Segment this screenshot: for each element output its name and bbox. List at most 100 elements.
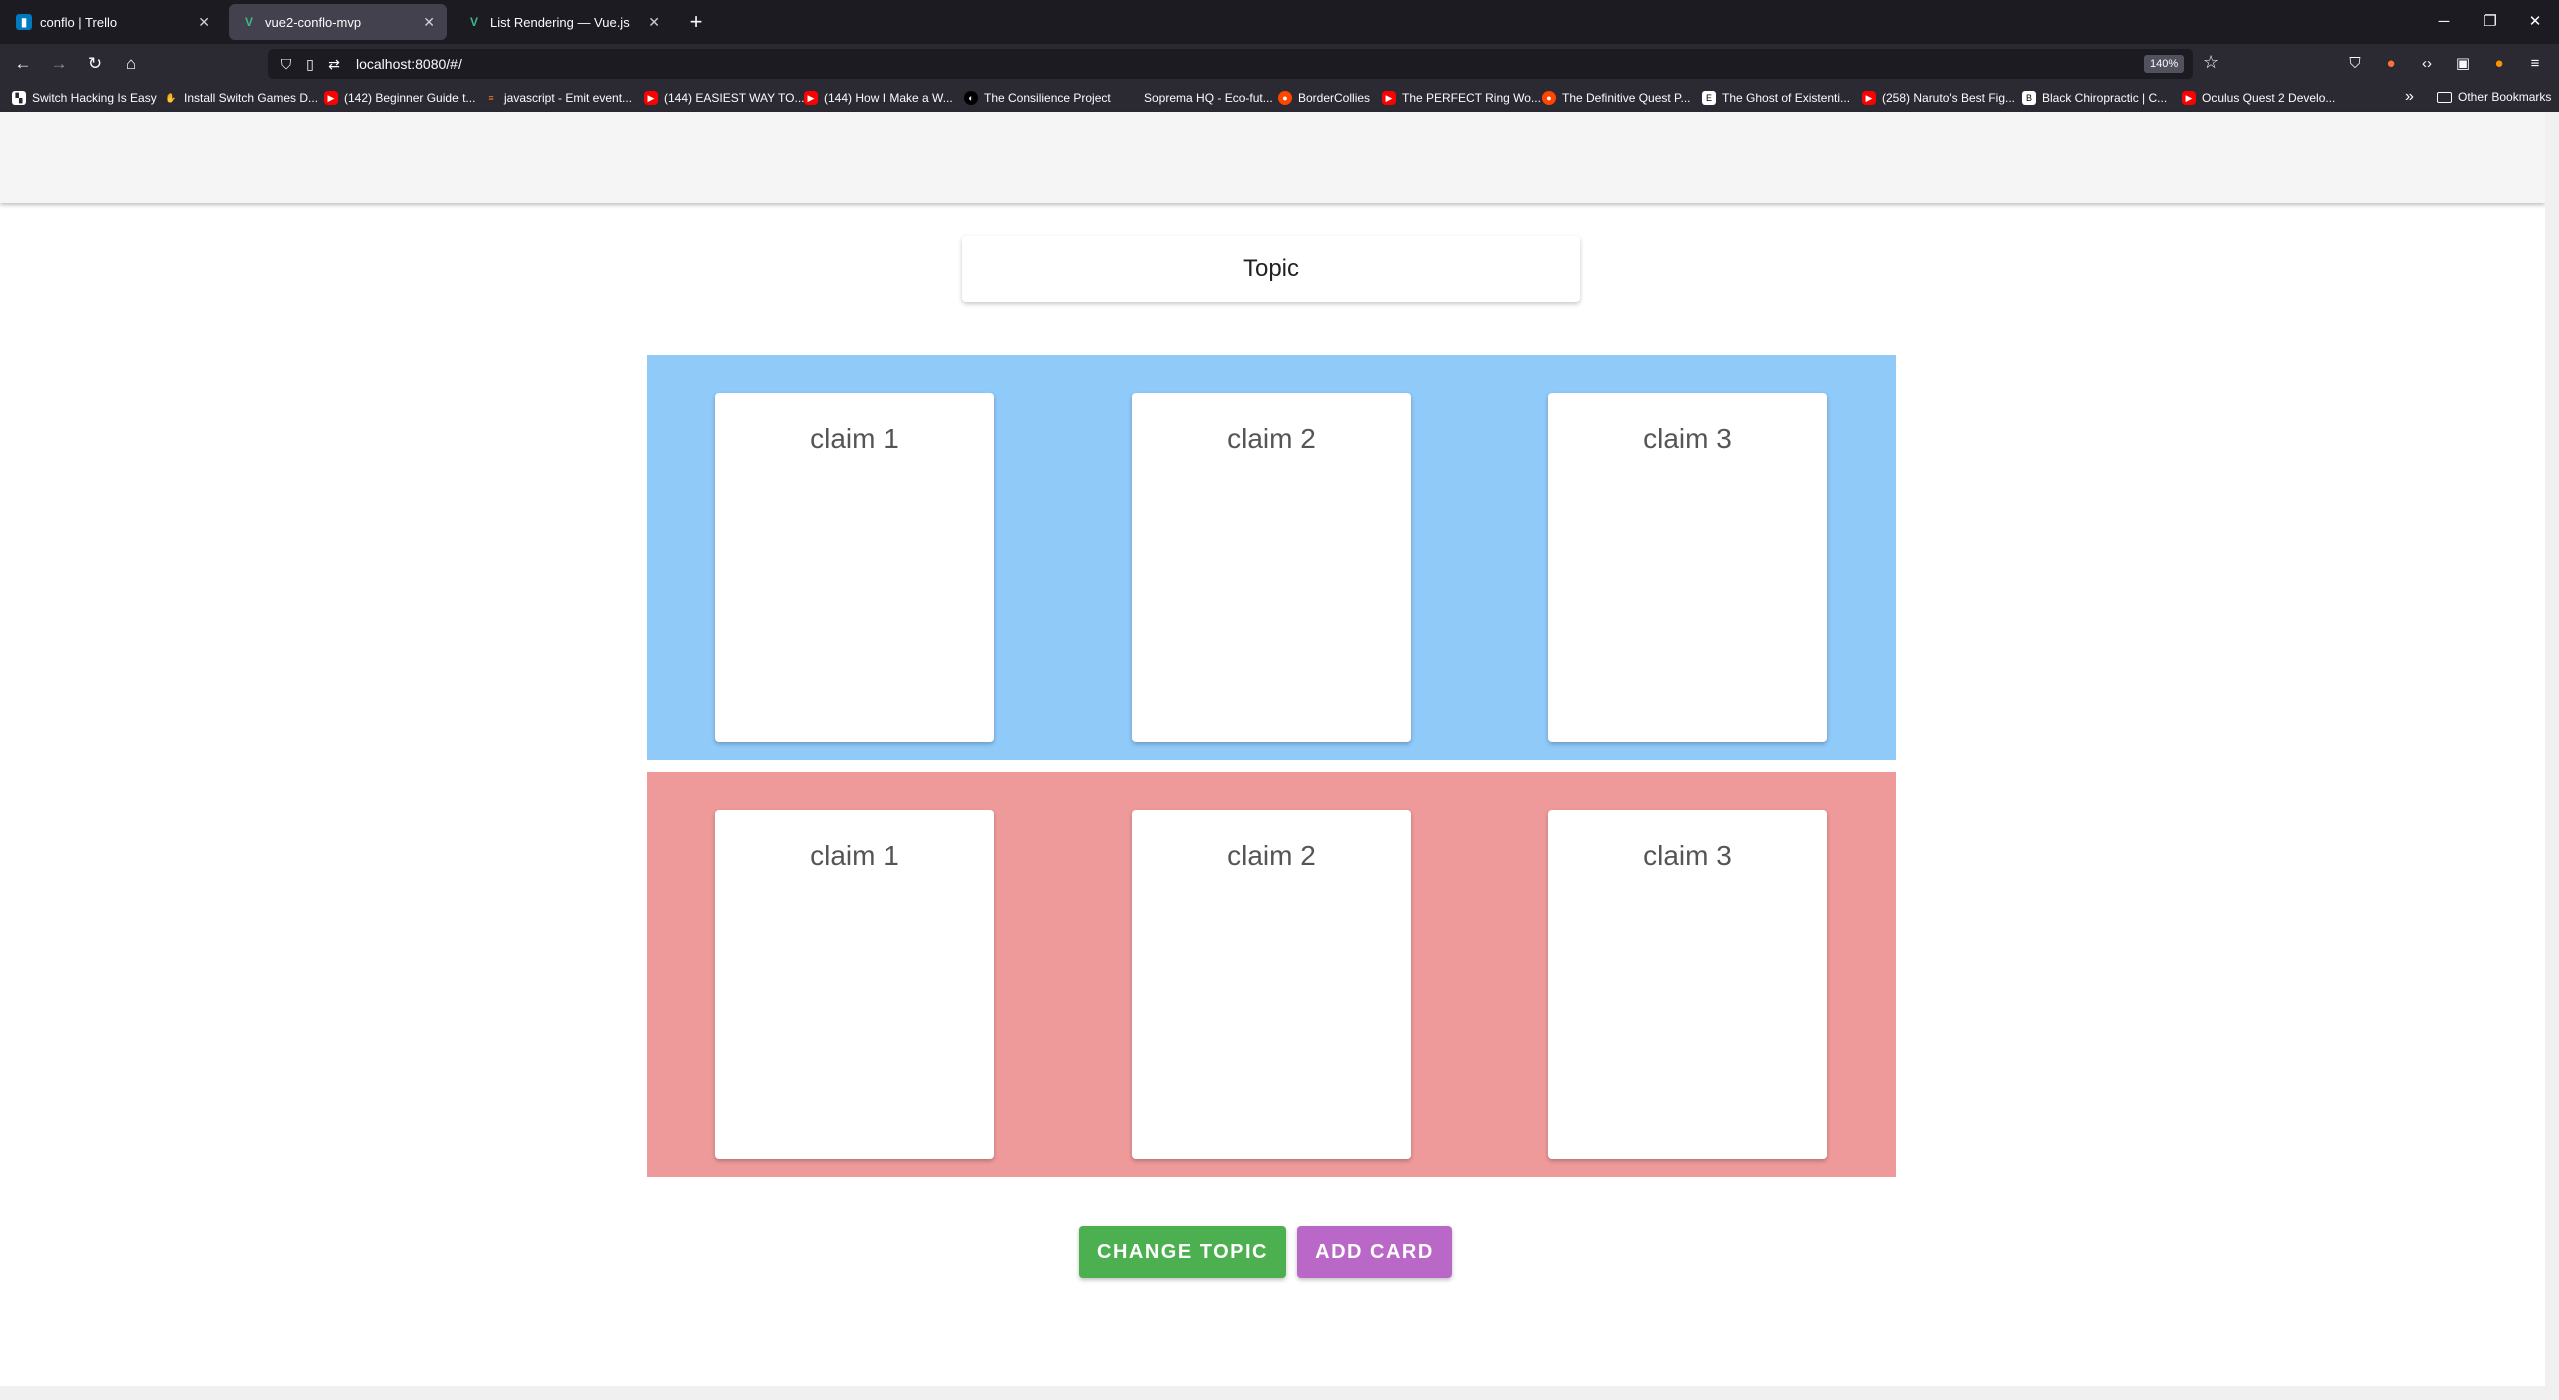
con-claims-section: claim 1 claim 2 claim 3 bbox=[647, 772, 1896, 1177]
bookmark-item[interactable]: ▶ (258) Naruto's Best Fig... bbox=[1862, 90, 2015, 106]
tab-trello[interactable]: ▮ conflo | Trello ✕ bbox=[4, 4, 222, 40]
change-topic-button[interactable]: CHANGE TOPIC bbox=[1079, 1226, 1286, 1278]
vue-icon: V bbox=[244, 15, 253, 29]
bookmark-label: Switch Hacking Is Easy bbox=[32, 91, 157, 105]
trello-icon: ▮ bbox=[16, 14, 32, 30]
reload-button[interactable]: ↻ bbox=[81, 50, 109, 78]
vertical-scrollbar[interactable] bbox=[2545, 112, 2559, 1386]
bookmark-label: Install Switch Games D... bbox=[184, 91, 319, 105]
url-bar[interactable]: ⛉ ▯ ⇄ localhost:8080/#/ 140% ☆ bbox=[268, 49, 2219, 79]
youtube-icon: ▶ bbox=[324, 91, 338, 105]
claim-title: claim 3 bbox=[1643, 840, 1732, 871]
bookmark-item[interactable]: ✋ Install Switch Games D... bbox=[164, 90, 318, 106]
close-icon[interactable]: ✕ bbox=[198, 14, 210, 31]
bookmark-item[interactable]: ▚ Switch Hacking Is Easy bbox=[12, 90, 157, 106]
bookmark-item[interactable]: ◐ The Consilience Project bbox=[964, 90, 1111, 106]
bookmark-label: javascript - Emit event... bbox=[504, 91, 633, 105]
youtube-icon: ▶ bbox=[2182, 91, 2196, 105]
bookmark-item[interactable]: B Black Chiropractic | C... bbox=[2022, 90, 2167, 106]
bookmark-item[interactable]: ▶ (144) EASIEST WAY TO... bbox=[644, 90, 805, 106]
other-bookmarks[interactable]: Other Bookmarks bbox=[2437, 90, 2551, 104]
menu-icon[interactable]: ≡ bbox=[2523, 52, 2547, 76]
bookmark-item[interactable]: ≡ javascript - Emit event... bbox=[484, 90, 632, 106]
close-icon[interactable]: ✕ bbox=[423, 14, 435, 31]
bookmark-icon: B bbox=[2022, 91, 2036, 105]
claim-title: claim 1 bbox=[810, 423, 899, 454]
topic-card[interactable]: Topic bbox=[962, 236, 1580, 302]
bookmarks-bar: ▚ Switch Hacking Is Easy ✋ Install Switch … bbox=[0, 84, 2559, 112]
claim-title: claim 1 bbox=[810, 840, 899, 871]
youtube-icon: ▶ bbox=[804, 91, 818, 105]
bookmark-item[interactable]: E The Ghost of Existenti... bbox=[1702, 90, 1850, 106]
restore-button[interactable]: ❐ bbox=[2475, 8, 2505, 36]
page-icon[interactable]: ▯ bbox=[300, 53, 320, 75]
other-bookmarks-label: Other Bookmarks bbox=[2458, 90, 2552, 104]
bookmark-label: (144) How I Make a W... bbox=[824, 91, 953, 105]
youtube-icon: ▶ bbox=[1382, 91, 1396, 105]
pro-claims-section: claim 1 claim 2 claim 3 bbox=[647, 355, 1896, 760]
reddit-icon: ● bbox=[1278, 91, 1292, 105]
app-bar bbox=[0, 112, 2545, 203]
add-card-button[interactable]: ADD CARD bbox=[1297, 1226, 1452, 1278]
zoom-indicator[interactable]: 140% bbox=[2144, 55, 2185, 73]
chevron-double-right-icon[interactable]: » bbox=[2405, 88, 2414, 106]
tab-title: vue2-conflo-mvp bbox=[265, 14, 362, 30]
bookmark-item[interactable]: ● The Definitive Quest P... bbox=[1542, 90, 1691, 106]
bookmark-item[interactable]: ▶ Oculus Quest 2 Develo... bbox=[2182, 90, 2335, 106]
vue-icon: V bbox=[469, 15, 478, 29]
bookmark-icon: ◐ bbox=[964, 91, 978, 105]
claim-card[interactable]: claim 1 bbox=[715, 810, 994, 1159]
back-button[interactable]: ← bbox=[9, 50, 37, 78]
pocket-icon[interactable]: ⛉ bbox=[2343, 52, 2367, 76]
bookmark-item[interactable]: ● BorderCollies bbox=[1278, 90, 1370, 106]
youtube-icon: ▶ bbox=[1862, 91, 1876, 105]
claim-card[interactable]: claim 2 bbox=[1132, 810, 1411, 1159]
forward-button[interactable]: → bbox=[45, 50, 73, 78]
devtools-icon[interactable]: ‹› bbox=[2415, 52, 2439, 76]
claim-card[interactable]: claim 3 bbox=[1548, 393, 1827, 742]
bookmark-label: The Consilience Project bbox=[984, 91, 1111, 105]
tab-title: conflo | Trello bbox=[40, 14, 118, 30]
claim-card[interactable]: claim 1 bbox=[715, 393, 994, 742]
topic-title: Topic bbox=[1242, 255, 1300, 282]
bookmark-icon: ✋ bbox=[165, 92, 177, 103]
bookmark-item[interactable]: ▶ (142) Beginner Guide t... bbox=[324, 90, 475, 106]
close-icon[interactable]: ✕ bbox=[648, 14, 660, 31]
reddit-icon: ● bbox=[1542, 91, 1556, 105]
bookmark-star-icon[interactable]: ☆ bbox=[2203, 52, 2219, 73]
minimize-button[interactable]: ─ bbox=[2429, 8, 2459, 36]
url-text[interactable]: localhost:8080/#/ bbox=[356, 56, 462, 72]
shield-icon[interactable]: ⛉ bbox=[276, 53, 296, 75]
youtube-icon: ▶ bbox=[644, 91, 658, 105]
home-button[interactable]: ⌂ bbox=[117, 50, 145, 78]
horizontal-scrollbar[interactable] bbox=[0, 1386, 2559, 1400]
bookmark-label: (142) Beginner Guide t... bbox=[344, 91, 476, 105]
bookmark-item[interactable]: ▶ The PERFECT Ring Wo... bbox=[1382, 90, 1541, 106]
claim-title: claim 2 bbox=[1227, 840, 1316, 871]
bookmark-label: (144) EASIEST WAY TO... bbox=[664, 91, 805, 105]
bookmark-label: Black Chiropractic | C... bbox=[2042, 91, 2168, 105]
tab-title: List Rendering — Vue.js bbox=[490, 14, 630, 30]
new-tab-button[interactable]: + bbox=[682, 8, 710, 36]
extension-icon[interactable]: ▣ bbox=[2451, 52, 2475, 76]
extension-icon[interactable]: ● bbox=[2379, 52, 2403, 76]
bookmark-item[interactable]: ▶ (144) How I Make a W... bbox=[804, 90, 953, 106]
bookmark-icon: E bbox=[1702, 91, 1716, 105]
permissions-icon[interactable]: ⇄ bbox=[324, 53, 344, 75]
bookmark-label: The Definitive Quest P... bbox=[1562, 91, 1691, 105]
bookmark-label: Oculus Quest 2 Develo... bbox=[2202, 91, 2336, 105]
folder-icon bbox=[2437, 91, 2452, 103]
claim-card[interactable]: claim 3 bbox=[1548, 810, 1827, 1159]
claim-card[interactable]: claim 2 bbox=[1132, 393, 1411, 742]
tab-list-rendering[interactable]: V List Rendering — Vue.js ✕ bbox=[454, 4, 672, 40]
page-viewport: Topic claim 1 claim 2 claim 3 claim 1 cl… bbox=[0, 112, 2545, 1386]
tab-vue2-conflo-mvp[interactable]: V vue2-conflo-mvp ✕ bbox=[229, 4, 447, 40]
claim-title: claim 2 bbox=[1227, 423, 1316, 454]
browser-nav-bar: ← → ↻ ⌂ ⛉ ▯ ⇄ localhost:8080/#/ 140% ☆ ⛉… bbox=[0, 44, 2559, 84]
browser-tab-bar: ▮ conflo | Trello ✕ V vue2-conflo-mvp ✕ … bbox=[0, 0, 2559, 44]
close-window-button[interactable]: ✕ bbox=[2520, 8, 2550, 36]
bookmark-label: BorderCollies bbox=[1298, 91, 1371, 105]
bookmark-item[interactable]: Soprema HQ - Eco-fut... bbox=[1124, 90, 1273, 106]
firefox-account-icon[interactable]: ● bbox=[2487, 52, 2511, 76]
bookmark-label: The PERFECT Ring Wo... bbox=[1402, 91, 1541, 105]
